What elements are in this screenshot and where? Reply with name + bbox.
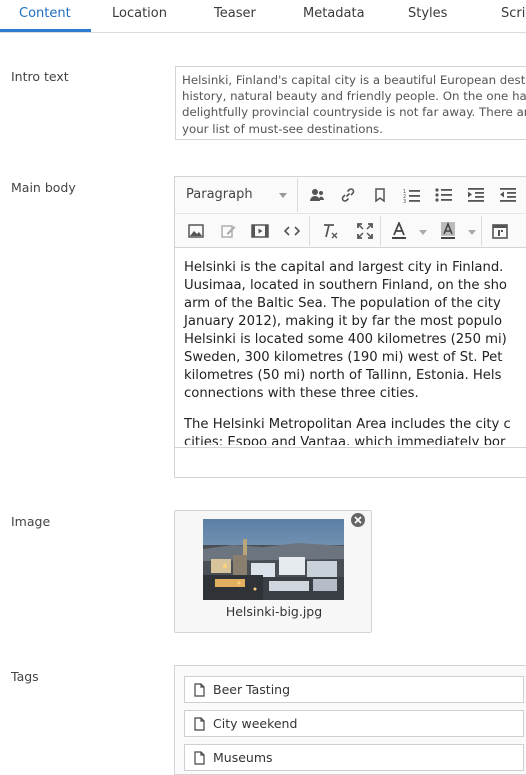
tab-teaser[interactable]: Teaser: [214, 6, 256, 21]
link-icon: [341, 188, 355, 202]
background-color-icon: [441, 222, 455, 239]
text-color-icon: [392, 222, 406, 239]
link-button[interactable]: [336, 183, 360, 207]
bulleted-list-button[interactable]: [432, 183, 456, 207]
intro-text-line: delightfully provincial countryside is n…: [182, 105, 526, 120]
body-text-line: Helsinki is the capital and largest city…: [184, 260, 504, 275]
clear-formatting-button[interactable]: [318, 219, 342, 243]
tag-label: City weekend: [213, 716, 298, 731]
maximize-button[interactable]: [353, 219, 377, 243]
chevron-down-icon: [419, 230, 427, 235]
users-icon: [310, 189, 324, 201]
image-filename: Helsinki-big.jpg: [225, 604, 323, 619]
city-photo-icon: [203, 519, 344, 600]
remove-image-button[interactable]: [351, 513, 365, 527]
body-text-line: Sweden, 300 kilometres (190 mi) west of …: [184, 350, 503, 365]
svg-text:3: 3: [403, 199, 406, 203]
indent-button[interactable]: [464, 183, 488, 207]
close-icon: [354, 516, 362, 524]
toolbar-row-2: [175, 213, 526, 248]
tag-item[interactable]: City weekend: [184, 710, 524, 737]
embed-user-button[interactable]: [305, 183, 329, 207]
intro-text-label: Intro text: [11, 69, 69, 84]
rich-text-editor: Paragraph 123 Helsinki is the capital an…: [174, 176, 526, 478]
bookmark-icon: [375, 188, 385, 203]
body-paragraph-2: The Helsinki Metropolitan Area includes …: [184, 416, 524, 445]
tab-bar: Content Location Teaser Metadata Styles …: [0, 0, 526, 33]
pencil-icon: [221, 225, 236, 238]
document-icon: [194, 751, 205, 765]
editor-toolbar: Paragraph 123: [175, 177, 526, 248]
active-tab-indicator: [0, 29, 91, 32]
body-text-line: The Helsinki Metropolitan Area includes …: [184, 417, 511, 432]
insert-image-button[interactable]: [184, 219, 208, 243]
maximize-icon: [357, 223, 373, 239]
image-icon: [188, 224, 204, 238]
toolbar-separator: [481, 216, 482, 246]
tab-metadata[interactable]: Metadata: [303, 6, 365, 21]
editor-content-area[interactable]: Helsinki is the capital and largest city…: [175, 249, 526, 445]
tag-label: Museums: [213, 750, 273, 765]
outdent-button[interactable]: [496, 183, 520, 207]
image-thumbnail[interactable]: [203, 519, 344, 600]
toolbar-row-1: Paragraph 123: [175, 178, 526, 212]
body-text-line: connections with these three cities.: [184, 386, 419, 401]
image-card[interactable]: Helsinki-big.jpg: [174, 510, 372, 633]
body-text-line: Uusimaa, located in southern Finland, on…: [184, 278, 507, 293]
document-icon: [194, 717, 205, 731]
format-select-value: Paragraph: [186, 187, 253, 202]
film-icon: [251, 224, 269, 238]
clear-format-icon: [324, 224, 338, 239]
tag-label: Beer Tasting: [213, 682, 291, 697]
tag-item[interactable]: Beer Tasting: [184, 676, 524, 703]
body-text-line: cities: Espoo and Vantaa, which immediat…: [184, 435, 506, 445]
bulleted-list-icon: [435, 188, 452, 202]
body-text-line: arm of the Baltic Sea. The population of…: [184, 296, 501, 311]
ordered-list-button[interactable]: 123: [400, 183, 424, 207]
source-code-button[interactable]: [280, 219, 304, 243]
tab-location[interactable]: Location: [112, 6, 167, 21]
ordered-list-icon: 123: [403, 189, 420, 203]
text-color-button[interactable]: [387, 219, 411, 243]
tag-item[interactable]: Museums: [184, 744, 524, 771]
background-color-button[interactable]: [436, 219, 460, 243]
code-icon: [284, 226, 300, 236]
intro-text-field[interactable]: Helsinki, Finland's capital city is a be…: [175, 66, 526, 140]
tab-styles[interactable]: Styles: [408, 6, 447, 21]
tags-label: Tags: [11, 669, 39, 684]
intro-text-line: Helsinki, Finland's capital city is a be…: [182, 73, 526, 87]
body-text-line: kilometres (50 mi) north of Tallinn, Est…: [184, 368, 502, 383]
editor-status-bar: [175, 447, 526, 479]
template-icon: [492, 224, 508, 239]
image-label: Image: [11, 514, 51, 529]
intro-text-line: your list of must-see destinations.: [182, 121, 383, 136]
document-icon: [194, 683, 205, 697]
indent-icon: [468, 188, 484, 202]
chevron-down-icon: [279, 193, 287, 198]
toolbar-separator: [309, 216, 310, 246]
toolbar-separator: [380, 216, 381, 246]
body-paragraph-1: Helsinki is the capital and largest city…: [184, 259, 524, 403]
chevron-down-icon: [468, 230, 476, 235]
intro-text-line: history, natural beauty and friendly peo…: [182, 89, 526, 104]
edit-button[interactable]: [216, 219, 240, 243]
anchor-button[interactable]: [368, 183, 392, 207]
body-text-line: January 2012), making it by far the most…: [184, 314, 503, 329]
insert-template-button[interactable]: [488, 219, 512, 243]
insert-media-button[interactable]: [248, 219, 272, 243]
tab-content[interactable]: Content: [19, 6, 71, 21]
outdent-icon: [500, 188, 516, 202]
format-select[interactable]: Paragraph: [177, 178, 298, 212]
body-text-line: Helsinki is located some 400 kilometres …: [184, 332, 507, 347]
tab-scripts[interactable]: Scri: [501, 6, 525, 21]
main-body-label: Main body: [11, 180, 76, 195]
